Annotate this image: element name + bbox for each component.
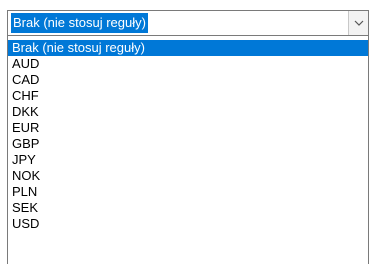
dropdown-option-cad[interactable]: CAD [8, 72, 368, 88]
dropdown-option-eur[interactable]: EUR [8, 120, 368, 136]
dropdown-option-usd[interactable]: USD [8, 216, 368, 232]
dropdown-option-none[interactable]: Brak (nie stosuj reguły) [8, 40, 368, 56]
dropdown-option-pln[interactable]: PLN [8, 184, 368, 200]
currency-rule-combobox[interactable]: Brak (nie stosuj reguły) [7, 10, 369, 36]
dropdown-option-jpy[interactable]: JPY [8, 152, 368, 168]
dropdown-option-aud[interactable]: AUD [8, 56, 368, 72]
dropdown-list: Brak (nie stosuj reguły) AUD CAD CHF DKK… [7, 36, 369, 264]
dropdown-options: Brak (nie stosuj reguły) AUD CAD CHF DKK… [8, 40, 368, 232]
dropdown-toggle-button[interactable] [348, 11, 368, 35]
dropdown-option-chf[interactable]: CHF [8, 88, 368, 104]
dropdown-option-sek[interactable]: SEK [8, 200, 368, 216]
dropdown-option-nok[interactable]: NOK [8, 168, 368, 184]
screen: Brak (nie stosuj reguły) Brak (nie stosu… [0, 0, 372, 264]
dropdown-option-gbp[interactable]: GBP [8, 136, 368, 152]
combobox-selected-value: Brak (nie stosuj reguły) [11, 13, 148, 33]
dropdown-option-dkk[interactable]: DKK [8, 104, 368, 120]
chevron-down-icon [354, 20, 363, 26]
